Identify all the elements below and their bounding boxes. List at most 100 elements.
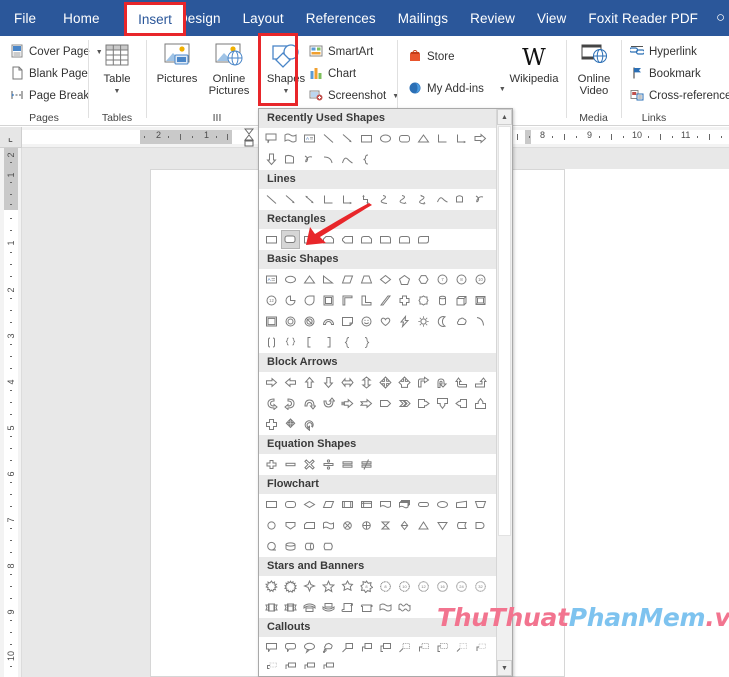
shape-divide[interactable] bbox=[319, 455, 338, 474]
shape-flowchart-manual-input[interactable] bbox=[281, 150, 300, 169]
shape-flowchart-terminator[interactable] bbox=[414, 495, 433, 514]
shape-cloud[interactable] bbox=[452, 312, 471, 331]
shape-line[interactable] bbox=[319, 129, 338, 148]
shape-right-triangle[interactable] bbox=[319, 270, 338, 289]
shape-left-right-arrow[interactable] bbox=[338, 373, 357, 392]
table-button[interactable]: Table ▼ bbox=[90, 39, 144, 98]
shape-pentagon[interactable] bbox=[395, 270, 414, 289]
store-button[interactable]: Store bbox=[406, 47, 457, 68]
shape-frame-square[interactable] bbox=[262, 312, 281, 331]
shape-curved-left-arrow[interactable] bbox=[281, 394, 300, 413]
shape-up-down-arrow[interactable] bbox=[357, 373, 376, 392]
shapes-button[interactable]: Shapes ▼ bbox=[259, 39, 313, 98]
online-pictures-button[interactable]: Online Pictures bbox=[202, 39, 256, 97]
shape-line-callout-6[interactable] bbox=[319, 659, 338, 676]
shape-block-arc[interactable] bbox=[319, 312, 338, 331]
pictures-button[interactable]: Pictures bbox=[150, 39, 204, 85]
shape-flowchart-decision[interactable] bbox=[300, 495, 319, 514]
shape-l-shape[interactable] bbox=[357, 291, 376, 310]
shape-flowchart-delay[interactable] bbox=[471, 516, 490, 535]
chevron-down-icon[interactable]: ▼ bbox=[114, 86, 121, 98]
shape-line-callout-2-border[interactable] bbox=[414, 638, 433, 657]
shape-sun[interactable] bbox=[414, 312, 433, 331]
shape-left-bracket[interactable] bbox=[262, 333, 281, 352]
shape-multiply[interactable] bbox=[300, 455, 319, 474]
chevron-down-icon[interactable]: ▼ bbox=[499, 86, 506, 93]
shape-down-ribbon[interactable] bbox=[281, 598, 300, 617]
shape-flowchart-off-page-connector[interactable] bbox=[281, 516, 300, 535]
shape-text-box[interactable]: A bbox=[300, 129, 319, 148]
scrollbar-thumb[interactable] bbox=[498, 126, 511, 536]
shape-arc[interactable] bbox=[433, 190, 452, 209]
scroll-up-button[interactable]: ▲ bbox=[497, 109, 512, 125]
shape-line-arrow[interactable] bbox=[338, 129, 357, 148]
shape-elbow-connector[interactable] bbox=[433, 129, 452, 148]
shape-cube[interactable] bbox=[452, 291, 471, 310]
shape-heart[interactable] bbox=[376, 312, 395, 331]
shape-chevron[interactable] bbox=[395, 394, 414, 413]
shape-text-box[interactable]: A bbox=[262, 270, 281, 289]
shape-flowchart-magnetic-disk[interactable] bbox=[281, 537, 300, 556]
shape-donut[interactable] bbox=[281, 312, 300, 331]
gallery-scrollbar[interactable]: ▲ ▼ bbox=[496, 109, 512, 676]
page-break-button[interactable]: Page Break bbox=[8, 86, 91, 107]
hyperlink-button[interactable]: Hyperlink bbox=[628, 42, 699, 63]
shape-cloud-callout[interactable] bbox=[319, 638, 338, 657]
shape-flowchart-manual-operation[interactable] bbox=[471, 495, 490, 514]
shape-oval[interactable] bbox=[376, 129, 395, 148]
shape-bevel[interactable] bbox=[471, 291, 490, 310]
shape-isosceles-triangle[interactable] bbox=[300, 270, 319, 289]
document-page-right[interactable] bbox=[565, 169, 729, 677]
shape-curved-up-ribbon[interactable] bbox=[300, 598, 319, 617]
shape-star-32-point[interactable]: 32 bbox=[471, 577, 490, 596]
shape-heptagon[interactable]: 7 bbox=[433, 270, 452, 289]
shape-star-8-point[interactable]: 8 bbox=[376, 577, 395, 596]
shape-pie[interactable] bbox=[281, 291, 300, 310]
shape-cross[interactable] bbox=[395, 291, 414, 310]
shape-flowchart-data[interactable] bbox=[319, 495, 338, 514]
shape-bent-up-arrow[interactable] bbox=[471, 373, 490, 392]
cross-reference-button[interactable]: Cross-reference bbox=[628, 86, 729, 107]
shape-down-arrow[interactable] bbox=[319, 373, 338, 392]
shape-pentagon-arrow[interactable] bbox=[376, 394, 395, 413]
shape-star-7-point[interactable]: 8 bbox=[357, 577, 376, 596]
my-addins-button[interactable]: My Add-ins ▼ bbox=[406, 79, 508, 100]
tab-review[interactable]: Review bbox=[459, 0, 526, 36]
tab-layout[interactable]: Layout bbox=[232, 0, 295, 36]
shape-no-symbol[interactable] bbox=[300, 312, 319, 331]
shape-down-arrow[interactable] bbox=[262, 150, 281, 169]
shape-left-up-arrow[interactable] bbox=[452, 373, 471, 392]
shape-star-16-point[interactable]: 16 bbox=[433, 577, 452, 596]
shape-striped-right-arrow[interactable] bbox=[338, 394, 357, 413]
tab-home[interactable]: Home bbox=[52, 0, 110, 36]
shape-arc[interactable] bbox=[471, 312, 490, 331]
shape-left-brace-single[interactable] bbox=[338, 333, 357, 352]
shape-right-brace-single[interactable] bbox=[357, 333, 376, 352]
shape-round-diagonal-corner[interactable] bbox=[414, 230, 433, 249]
shape-rect-callout[interactable] bbox=[262, 129, 281, 148]
shape-curved-down-arrow[interactable] bbox=[319, 394, 338, 413]
shape-wave[interactable] bbox=[376, 598, 395, 617]
shape-flowchart-extract[interactable] bbox=[414, 516, 433, 535]
shape-rounded-rectangular-callout[interactable] bbox=[281, 638, 300, 657]
shape-dodecagon[interactable]: 12 bbox=[262, 291, 281, 310]
ruler-tab-selector[interactable]: ⌞ bbox=[0, 127, 22, 148]
bookmark-button[interactable]: Bookmark bbox=[628, 64, 703, 85]
shape-star-5-point[interactable] bbox=[319, 577, 338, 596]
shape-star-6-point[interactable] bbox=[338, 577, 357, 596]
shape-parallelogram[interactable] bbox=[338, 270, 357, 289]
shape-octagon[interactable]: 8 bbox=[452, 270, 471, 289]
shape-up-ribbon[interactable] bbox=[262, 598, 281, 617]
shape-flowchart-merge[interactable] bbox=[433, 516, 452, 535]
shape-diagonal-stripe[interactable] bbox=[376, 291, 395, 310]
shape-flowchart-preparation[interactable] bbox=[433, 495, 452, 514]
shape-horizontal-scroll[interactable] bbox=[357, 598, 376, 617]
shape-wave-flag[interactable] bbox=[281, 129, 300, 148]
shape-line[interactable] bbox=[262, 190, 281, 209]
shape-curve-double-arrow[interactable] bbox=[414, 190, 433, 209]
shape-flowchart-manual-input[interactable] bbox=[452, 495, 471, 514]
shape-right-arrow[interactable] bbox=[471, 129, 490, 148]
shape-rectangle[interactable] bbox=[262, 230, 281, 249]
indent-marker[interactable] bbox=[243, 128, 255, 147]
shape-curve[interactable] bbox=[319, 150, 338, 169]
